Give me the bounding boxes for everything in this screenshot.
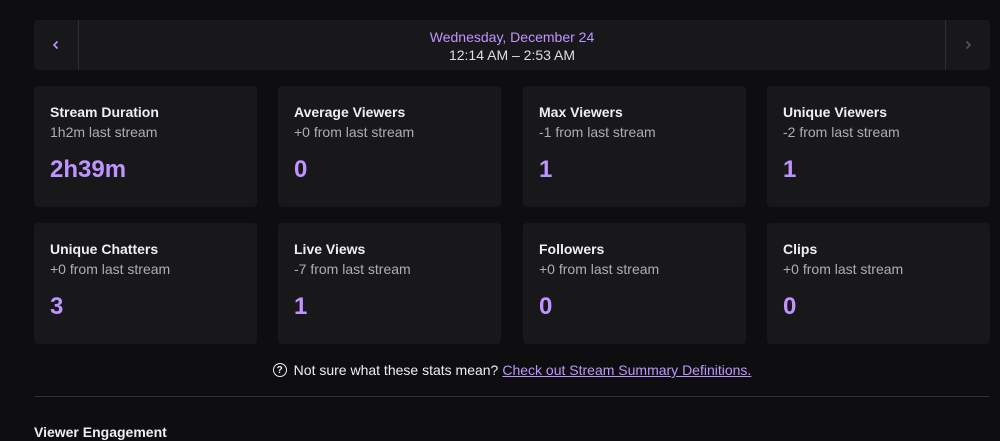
section-title-viewer-engagement: Viewer Engagement — [34, 424, 167, 440]
help-text: Not sure what these stats mean? — [293, 362, 499, 378]
stat-title: Live Views — [294, 241, 366, 257]
stat-value: 0 — [294, 156, 308, 183]
stat-card-followers: Followers +0 from last stream 0 — [523, 223, 746, 344]
stat-value: 2h39m — [50, 156, 127, 183]
stat-value: 1 — [294, 293, 308, 320]
section-divider — [34, 396, 990, 397]
stat-card-live-views: Live Views -7 from last stream 1 — [278, 223, 501, 344]
stat-comparison: -2 from last stream — [783, 124, 900, 140]
chevron-left-icon — [52, 40, 59, 50]
stat-title: Clips — [783, 241, 818, 257]
stream-time-range: 12:14 AM – 2:53 AM — [448, 47, 576, 63]
stat-title: Average Viewers — [294, 104, 406, 120]
stat-title: Unique Chatters — [50, 241, 159, 257]
chevron-right-icon — [965, 40, 972, 50]
next-stream-button[interactable] — [945, 20, 990, 70]
stream-summary-definitions-link[interactable]: Check out Stream Summary Definitions. — [502, 362, 751, 378]
stat-title: Unique Viewers — [783, 104, 888, 120]
stat-title: Max Viewers — [539, 104, 623, 120]
stream-date-navigator: Wednesday, December 24 12:14 AM – 2:53 A… — [34, 20, 990, 70]
stat-title: Stream Duration — [50, 104, 159, 120]
stat-card-unique-viewers: Unique Viewers -2 from last stream 1 — [767, 86, 990, 207]
stat-comparison: +0 from last stream — [539, 261, 660, 277]
stream-date: Wednesday, December 24 — [429, 29, 595, 45]
stat-comparison: +0 from last stream — [783, 261, 904, 277]
stat-value: 0 — [539, 293, 553, 320]
stat-comparison: +0 from last stream — [50, 261, 171, 277]
stat-comparison: -1 from last stream — [539, 124, 656, 140]
stats-help-line: ? Not sure what these stats mean? Check … — [0, 360, 1000, 380]
stat-value: 3 — [50, 293, 64, 320]
stat-card-unique-chatters: Unique Chatters +0 from last stream 3 — [34, 223, 257, 344]
stat-value: 0 — [783, 293, 797, 320]
stat-comparison: -7 from last stream — [294, 261, 411, 277]
stat-comparison: +0 from last stream — [294, 124, 415, 140]
stat-value: 1 — [783, 156, 797, 183]
previous-stream-button[interactable] — [34, 20, 79, 70]
stream-date-display: Wednesday, December 24 12:14 AM – 2:53 A… — [78, 20, 946, 70]
stat-card-average-viewers: Average Viewers +0 from last stream 0 — [278, 86, 501, 207]
stat-card-clips: Clips +0 from last stream 0 — [767, 223, 990, 344]
stat-title: Followers — [539, 241, 605, 257]
question-circle-icon: ? — [272, 363, 287, 377]
stat-card-max-viewers: Max Viewers -1 from last stream 1 — [523, 86, 746, 207]
stat-comparison: 1h2m last stream — [50, 124, 158, 140]
stat-card-stream-duration: Stream Duration 1h2m last stream 2h39m — [34, 86, 257, 207]
stat-value: 1 — [539, 156, 553, 183]
